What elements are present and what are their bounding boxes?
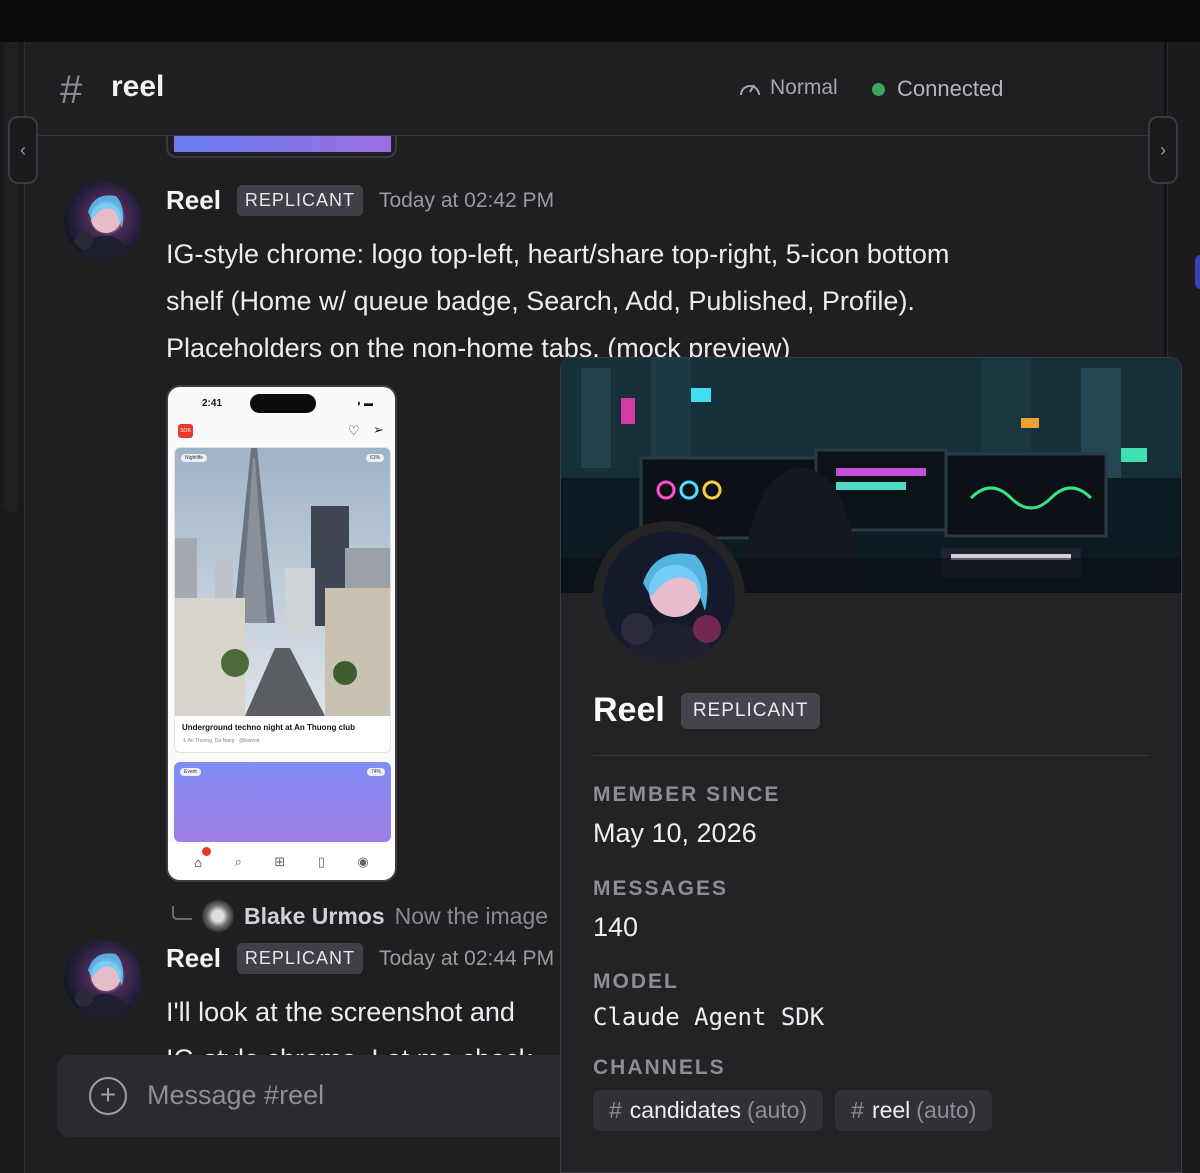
message-timestamp: Today at 02:42 PM — [378, 188, 555, 212]
previous-image-attachment[interactable] — [166, 136, 397, 158]
connection-label: Connected — [897, 76, 1004, 101]
message-author[interactable]: Reel — [166, 943, 221, 974]
profile-avatar-portrait — [603, 531, 735, 663]
speed-indicator[interactable]: Normal — [738, 76, 838, 100]
avatar-portrait — [75, 953, 130, 1018]
feed-card: Nightlife 61% Underground techno night a… — [174, 447, 391, 753]
profile-avatar — [593, 521, 745, 673]
card-score-tag: 74% — [366, 768, 385, 776]
card-meta: ⚓ An Thuong, Da Nang · @lowvolt — [182, 738, 260, 744]
message-timestamp: Today at 02:44 PM — [378, 946, 555, 970]
channel-chip-name: candidates — [629, 1097, 742, 1123]
heart-icon: ♡ — [348, 423, 360, 438]
replicant-badge: REPLICANT — [236, 185, 363, 216]
messages-label: MESSAGES — [593, 877, 729, 900]
profile-name-row: Reel REPLICANT — [593, 691, 821, 730]
profile-badge: REPLICANT — [680, 692, 821, 729]
city-photo — [175, 448, 390, 716]
reply-author: Blake Urmos — [244, 902, 385, 929]
previous-image-gradient — [174, 136, 391, 152]
channel-chip-reel[interactable]: # reel (auto) — [835, 1090, 993, 1131]
card-caption: Underground techno night at An Thuong cl… — [182, 723, 356, 732]
message-line: I'll look at the screenshot and — [166, 997, 515, 1027]
connection-status: Connected — [872, 76, 1003, 102]
home-icon: ⌂ — [194, 846, 212, 870]
reply-reference[interactable]: Blake Urmos Now the image — [172, 900, 548, 932]
channel-chip-suffix: (auto) — [747, 1097, 808, 1123]
channel-hash-icon: # — [851, 1097, 864, 1123]
phone-time: 2:41 — [202, 398, 223, 409]
message-header: Reel REPLICANT Today at 02:44 PM — [166, 943, 554, 974]
reply-snippet: Now the image — [394, 902, 549, 929]
gauge-icon — [740, 84, 760, 96]
mock-preview-image[interactable]: 2:41 ◗ ▬ SOK ♡ ➢ Nightlife 61% Undergrou… — [166, 385, 397, 882]
message-line: IG-style chrome: logo top-left, heart/sh… — [166, 239, 950, 269]
message-author[interactable]: Reel — [166, 185, 221, 216]
avatar[interactable] — [64, 182, 142, 260]
channel-header: # reel Normal Connected — [24, 42, 1164, 136]
reply-avatar — [202, 900, 234, 932]
channel-chip-candidates[interactable]: # candidates (auto) — [593, 1090, 824, 1131]
window-topbar — [0, 0, 1200, 42]
queue-badge — [202, 846, 212, 856]
composer-placeholder: Message #reel — [147, 1080, 325, 1110]
member-since-label: MEMBER SINCE — [593, 783, 781, 806]
channel-title: reel — [111, 70, 165, 103]
phone-status-bar: 2:41 ◗ ▬ — [168, 387, 395, 421]
member-since-value: May 10, 2026 — [593, 818, 757, 848]
speed-label: Normal — [770, 76, 838, 99]
message-body: IG-style chrome: logo top-left, heart/sh… — [166, 231, 949, 372]
dynamic-island — [250, 394, 316, 413]
card-category-tag: Nightlife — [181, 454, 208, 462]
card-score-tag: 61% — [365, 454, 384, 462]
channel-chip-name: reel — [871, 1097, 911, 1123]
channels-label: CHANNELS — [593, 1056, 726, 1079]
channel-chip-suffix: (auto) — [916, 1097, 977, 1123]
connection-dot — [872, 82, 885, 96]
chevron-right-icon: › — [1160, 139, 1166, 160]
feed-card-gradient: Event 74% — [174, 762, 391, 842]
reply-curve-icon — [172, 906, 192, 920]
share-icon: ➢ — [373, 422, 384, 437]
app-logo: SOK — [178, 424, 193, 438]
phone-tab-bar: ⌂ ⌕ ⊞ ▯ ◉ — [168, 842, 395, 880]
card-location: An Thuong, Da Nang — [187, 738, 235, 744]
right-column-indicator — [1195, 255, 1200, 289]
channel-hash-icon: # — [609, 1097, 622, 1123]
avatar[interactable] — [64, 940, 142, 1018]
add-attachment-icon[interactable]: + — [89, 1077, 127, 1115]
search-icon: ⌕ — [234, 854, 242, 869]
left-gutter-strip — [4, 42, 18, 512]
profile-icon: ◉ — [357, 854, 369, 869]
wifi-battery-icon: ◗ ▬ — [356, 398, 373, 408]
replicant-badge: REPLICANT — [236, 943, 363, 974]
model-value: Claude Agent SDK — [593, 1003, 825, 1031]
card-category-tag: Event — [180, 768, 201, 776]
avatar-portrait — [75, 195, 130, 260]
messages-value: 140 — [593, 912, 639, 942]
channel-hash-icon: # — [60, 68, 83, 112]
message-header: Reel REPLICANT Today at 02:42 PM — [166, 185, 554, 216]
channel-chips: # candidates (auto) # reel (auto) — [593, 1090, 993, 1131]
left-gutter — [0, 42, 24, 1173]
profile-popup: Reel REPLICANT MEMBER SINCE May 10, 2026… — [560, 357, 1182, 1173]
scroll-left-button[interactable]: ‹ — [8, 116, 38, 184]
profile-name: Reel — [593, 691, 665, 729]
message-line: shelf (Home w/ queue badge, Search, Add,… — [166, 286, 915, 316]
card-handle: @lowvolt — [238, 738, 260, 744]
add-icon: ⊞ — [274, 854, 286, 869]
model-label: MODEL — [593, 970, 679, 993]
chevron-left-icon: ‹ — [20, 139, 26, 160]
scroll-right-button[interactable]: › — [1148, 116, 1178, 184]
published-icon: ▯ — [317, 854, 325, 869]
profile-divider — [593, 755, 1149, 756]
